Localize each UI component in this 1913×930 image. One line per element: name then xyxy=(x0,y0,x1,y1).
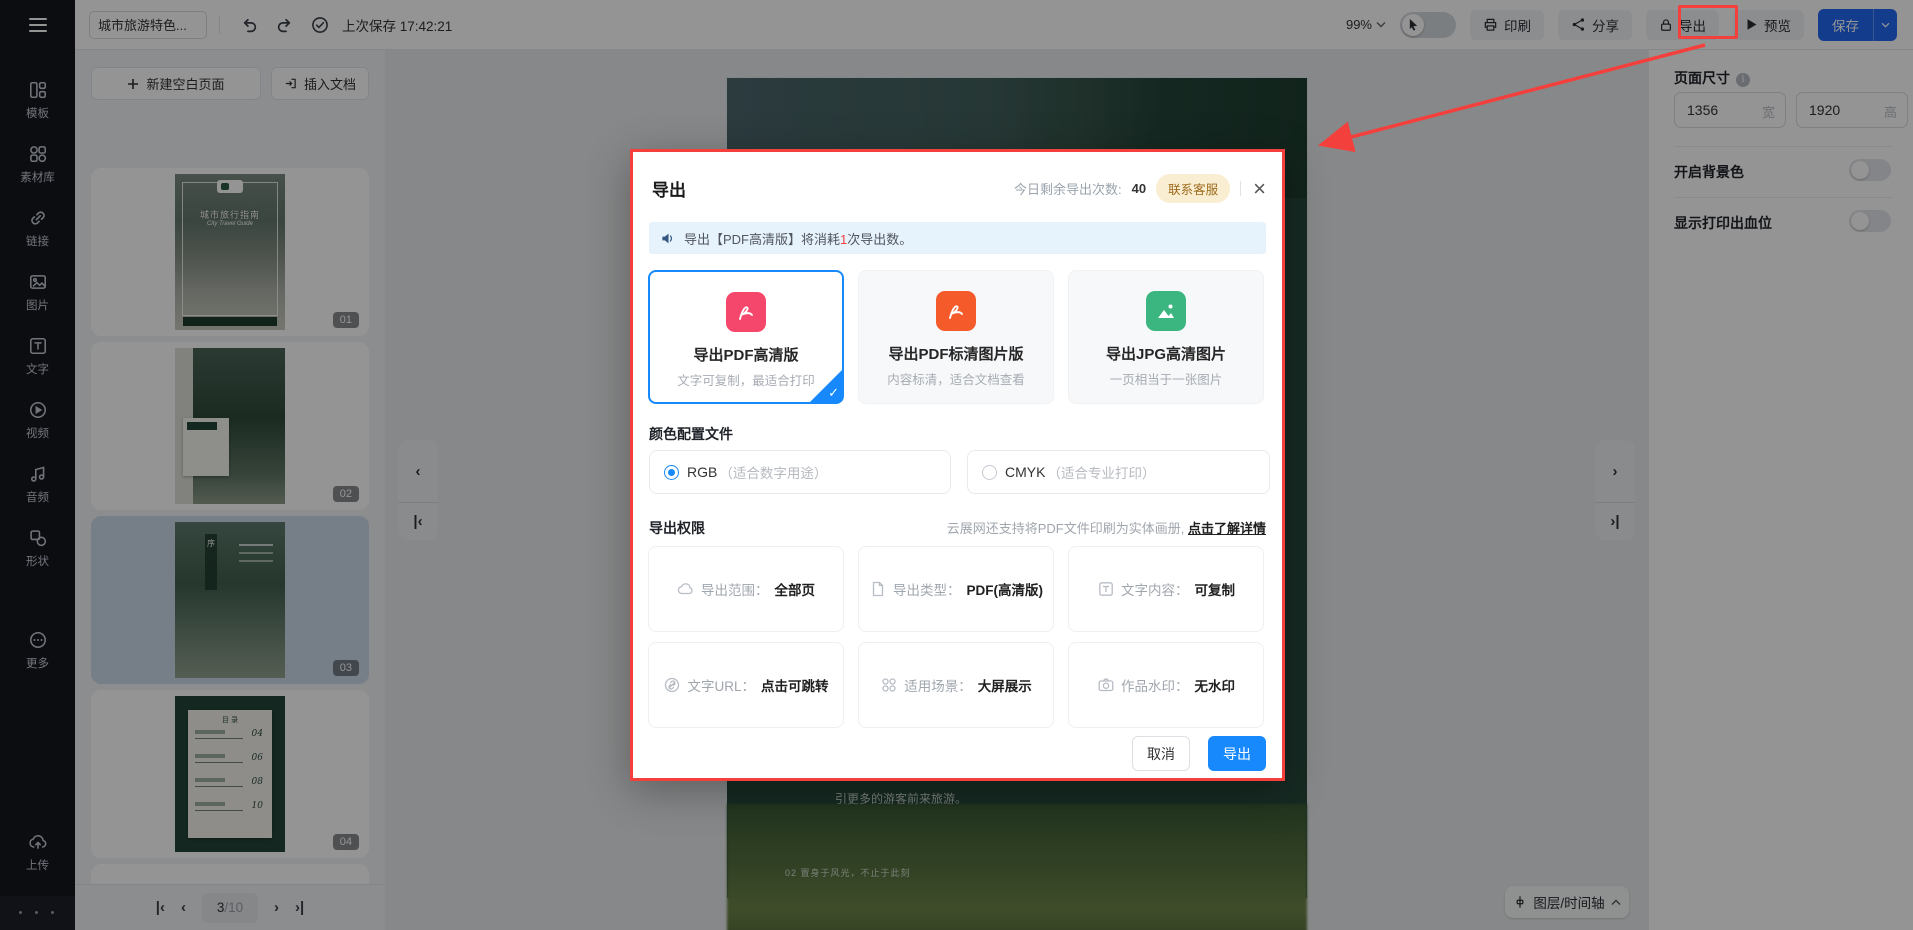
perm-value: 大屏展示 xyxy=(978,675,1032,695)
perm-label: 文字URL： xyxy=(687,675,755,695)
annotation-arrow xyxy=(1300,35,1720,160)
grid-icon xyxy=(880,676,898,694)
perm-value: 可复制 xyxy=(1195,579,1236,599)
file-icon xyxy=(869,580,887,598)
radio-unselected-icon xyxy=(982,465,997,480)
cmyk-radio-option[interactable]: CMYK （适合专业打印） xyxy=(967,450,1270,494)
cancel-button[interactable]: 取消 xyxy=(1132,736,1190,771)
rgb-radio-option[interactable]: RGB （适合数字用途） xyxy=(649,450,951,494)
remaining-exports-count: 40 xyxy=(1132,181,1146,196)
pdf-sd-icon xyxy=(936,291,976,331)
contact-support-button[interactable]: 联系客服 xyxy=(1156,174,1230,203)
perm-label: 作品水印： xyxy=(1121,675,1189,695)
perm-value: 无水印 xyxy=(1195,675,1236,695)
cmyk-hint: （适合专业打印） xyxy=(1047,462,1155,482)
jpg-icon xyxy=(1146,291,1186,331)
export-permissions-label: 导出权限 xyxy=(649,518,705,538)
option-subtitle: 一页相当于一张图片 xyxy=(1069,369,1263,388)
perm-label: 导出范围： xyxy=(701,579,769,599)
perm-label: 适用场景： xyxy=(904,675,972,695)
text-box-icon xyxy=(1097,580,1115,598)
perm-export-range: 导出范围： 全部页 xyxy=(648,546,844,632)
export-option-jpg[interactable]: 导出JPG高清图片 一页相当于一张图片 xyxy=(1068,270,1264,404)
remaining-exports-label: 今日剩余导出次数: xyxy=(1014,179,1122,198)
cmyk-label: CMYK xyxy=(1005,464,1045,480)
export-notice-banner: 导出【PDF高清版】将消耗1次导出数。 xyxy=(649,222,1266,254)
link-circle-icon xyxy=(663,676,681,694)
cancel-label: 取消 xyxy=(1147,744,1175,764)
notice-text: 次导出数。 xyxy=(847,232,912,247)
notice-text: 导出【PDF高清版】将消耗 xyxy=(684,232,840,247)
cloud-icon xyxy=(677,580,695,598)
perm-export-type: 导出类型： PDF(高清版) xyxy=(858,546,1054,632)
export-option-pdf-sd[interactable]: 导出PDF标清图片版 内容标清，适合文档查看 xyxy=(858,270,1054,404)
camera-icon xyxy=(1097,676,1115,694)
speaker-icon xyxy=(661,231,676,246)
rgb-hint: （适合数字用途） xyxy=(719,462,827,482)
perm-watermark: 作品水印： 无水印 xyxy=(1068,642,1264,728)
perm-label: 文字内容： xyxy=(1121,579,1189,599)
confirm-export-label: 导出 xyxy=(1223,744,1251,764)
export-dialog: 导出 今日剩余导出次数: 40 联系客服 × 导出【PDF高清版】将消耗1次导出… xyxy=(630,149,1285,781)
export-option-pdf-hd[interactable]: 导出PDF高清版 文字可复制，最适合打印 ✓ xyxy=(648,270,844,404)
perm-text-url: 文字URL： 点击可跳转 xyxy=(648,642,844,728)
print-service-tip: 云展网还支持将PDF文件印刷为实体画册, xyxy=(947,521,1185,536)
option-title: 导出PDF标清图片版 xyxy=(859,343,1053,364)
option-title: 导出PDF高清版 xyxy=(650,344,842,365)
print-service-link[interactable]: 点击了解详情 xyxy=(1188,521,1266,536)
radio-selected-icon xyxy=(664,465,679,480)
dialog-title: 导出 xyxy=(652,176,686,201)
pdf-hd-icon xyxy=(726,292,766,332)
option-title: 导出JPG高清图片 xyxy=(1069,343,1263,364)
close-icon[interactable]: × xyxy=(1251,180,1268,198)
perm-text-content: 文字内容： 可复制 xyxy=(1068,546,1264,632)
annotation-highlight-export-button xyxy=(1678,5,1738,39)
rgb-label: RGB xyxy=(687,464,717,480)
app-root: 城市旅游特色... 上次保存 17:42:21 99% xyxy=(0,0,1913,930)
perm-use-scene: 适用场景： 大屏展示 xyxy=(858,642,1054,728)
color-profile-label: 颜色配置文件 xyxy=(649,424,733,444)
confirm-export-button[interactable]: 导出 xyxy=(1208,736,1266,771)
perm-value: 点击可跳转 xyxy=(761,675,829,695)
perm-label: 导出类型： xyxy=(893,579,961,599)
option-subtitle: 内容标清，适合文档查看 xyxy=(859,369,1053,388)
perm-value: PDF(高清版) xyxy=(967,579,1044,599)
perm-value: 全部页 xyxy=(775,579,816,599)
check-icon: ✓ xyxy=(828,385,839,401)
header-divider xyxy=(1240,181,1241,196)
